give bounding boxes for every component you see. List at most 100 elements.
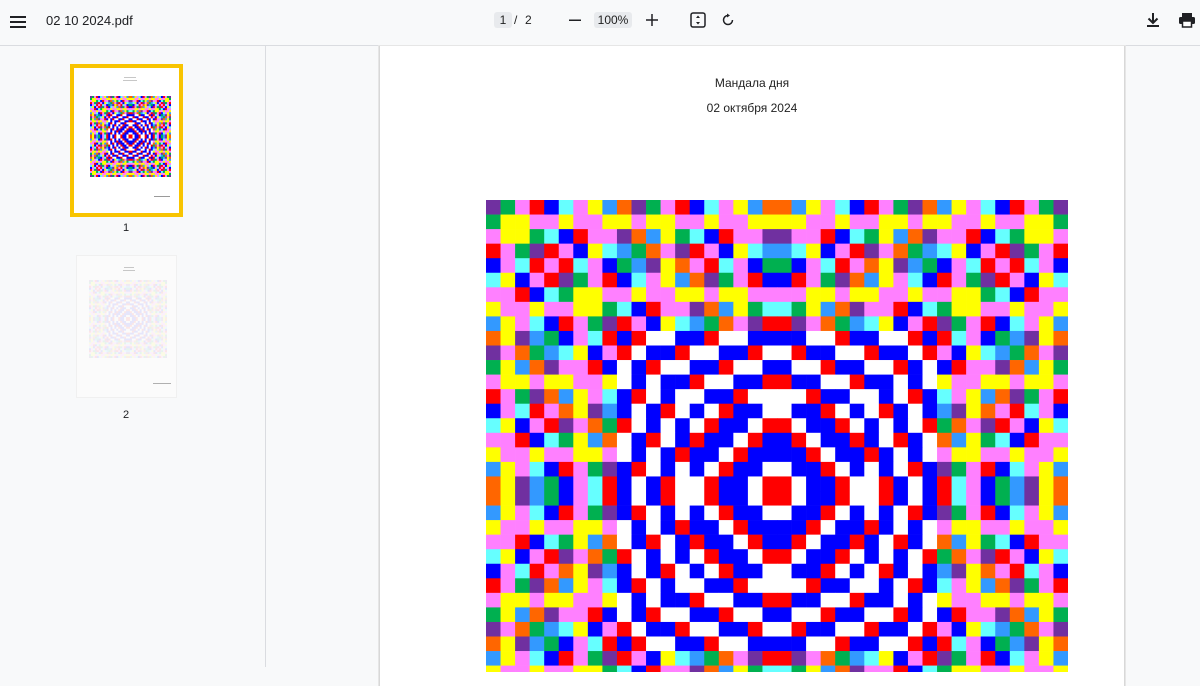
mandala-cell bbox=[129, 307, 133, 310]
mandala-cell bbox=[141, 344, 144, 347]
mandala-cell bbox=[104, 346, 107, 349]
print-button[interactable] bbox=[1177, 10, 1197, 30]
mandala-cell bbox=[118, 317, 121, 320]
mandala-cell bbox=[132, 104, 135, 107]
mandala-cell bbox=[114, 297, 117, 300]
mandala-cell bbox=[995, 229, 1011, 244]
mandala-cell bbox=[145, 307, 148, 310]
current-page-input[interactable]: 1 bbox=[494, 12, 512, 28]
mandala-cell bbox=[94, 124, 97, 127]
mandala-cell bbox=[500, 520, 516, 535]
mandala-cell bbox=[104, 305, 107, 308]
mandala-cell bbox=[137, 297, 140, 300]
mandala-cell bbox=[133, 332, 137, 335]
mandala-cell bbox=[791, 491, 807, 506]
mandala-cell bbox=[151, 283, 154, 287]
mandala-cell bbox=[108, 340, 111, 343]
fit-page-button[interactable] bbox=[688, 10, 708, 30]
mandala-cell bbox=[148, 132, 152, 135]
mandala-cell bbox=[980, 651, 996, 666]
mandala-cell bbox=[128, 291, 131, 294]
mandala-cell bbox=[136, 126, 139, 129]
mandala-cell bbox=[116, 322, 119, 326]
mandala-cell bbox=[129, 301, 133, 304]
mandala-cell bbox=[147, 344, 150, 347]
mandala-cell bbox=[806, 403, 821, 419]
mandala-cell bbox=[1038, 534, 1054, 550]
mandala-cell bbox=[166, 136, 170, 139]
mandala-cell bbox=[149, 319, 152, 322]
mandala-cell bbox=[762, 621, 778, 637]
mandala-cell bbox=[602, 636, 618, 652]
mandala-cell bbox=[937, 214, 952, 230]
mandala-cell bbox=[155, 280, 158, 283]
mandala-cell bbox=[110, 320, 113, 324]
mandala-cell bbox=[980, 200, 996, 215]
mandala-cell bbox=[89, 313, 92, 316]
mandala-cell bbox=[138, 166, 141, 170]
mandala-cell bbox=[110, 281, 113, 285]
mandala-cell bbox=[116, 156, 119, 160]
mandala-cell bbox=[1053, 505, 1068, 521]
mandala-cell bbox=[544, 345, 560, 361]
mandala-cell bbox=[94, 338, 98, 341]
mandala-cell bbox=[124, 285, 127, 289]
mandala-cell bbox=[114, 124, 117, 127]
mandala-cell bbox=[158, 154, 162, 158]
mandala-cell bbox=[94, 319, 98, 322]
mandala-cell bbox=[98, 291, 101, 294]
mandala-cell bbox=[149, 317, 152, 320]
mandala-cell bbox=[1024, 243, 1040, 259]
mandala-cell bbox=[1053, 403, 1068, 419]
mandala-cell bbox=[162, 98, 166, 101]
zoom-out-button[interactable] bbox=[566, 10, 584, 30]
mandala-cell bbox=[98, 106, 101, 109]
mandala-cell bbox=[131, 285, 135, 289]
mandala-cell bbox=[128, 326, 131, 330]
thumbnail-page-2[interactable] bbox=[76, 255, 177, 398]
mandala-cell bbox=[162, 110, 166, 113]
mandala-cell bbox=[135, 281, 139, 285]
mandala-cell bbox=[132, 134, 135, 137]
rotate-button[interactable] bbox=[718, 10, 738, 30]
mandala-cell bbox=[133, 287, 137, 291]
mandala-cell bbox=[143, 281, 146, 285]
mandala-cell bbox=[573, 418, 589, 434]
mandala-cell bbox=[104, 287, 107, 291]
mandala-cell bbox=[114, 322, 117, 326]
mandala-cell bbox=[951, 229, 967, 244]
mandala-cell bbox=[148, 152, 152, 156]
mandala-cell bbox=[907, 549, 923, 565]
mandala-cell bbox=[134, 110, 137, 113]
document-viewer[interactable]: Мандала дня 02 октября 2024 bbox=[266, 46, 1200, 686]
mandala-cell bbox=[112, 293, 115, 296]
mandala-cell bbox=[108, 336, 111, 339]
mandala-cell bbox=[131, 307, 135, 310]
zoom-level-input[interactable]: 100% bbox=[594, 12, 632, 28]
mandala-cell bbox=[168, 154, 172, 158]
mandala-cell bbox=[529, 607, 545, 623]
mandala-cell bbox=[150, 146, 154, 149]
mandala-cell bbox=[116, 289, 119, 292]
mandala-cell bbox=[133, 315, 137, 318]
mandala-cell bbox=[126, 283, 129, 287]
mandala-cell bbox=[140, 152, 143, 156]
mandala-cell bbox=[90, 170, 93, 174]
thumbnail-page-1[interactable] bbox=[70, 64, 183, 217]
mandala-cell bbox=[777, 520, 792, 535]
mandala-cell bbox=[156, 110, 160, 113]
mandala-cell bbox=[129, 328, 133, 331]
mandala-cell bbox=[96, 154, 99, 158]
mandala-cell bbox=[1024, 447, 1040, 463]
mandala-cell bbox=[110, 311, 113, 314]
download-button[interactable] bbox=[1143, 10, 1163, 30]
mandala-cell bbox=[96, 324, 100, 328]
mandala-cell bbox=[114, 130, 117, 133]
mandala-cell bbox=[114, 98, 117, 101]
mandala-cell bbox=[164, 112, 168, 115]
mandala-cell bbox=[146, 146, 150, 149]
mandala-cell bbox=[118, 148, 121, 151]
zoom-in-button[interactable] bbox=[643, 10, 661, 30]
mandala-cell bbox=[791, 389, 807, 404]
menu-button[interactable] bbox=[4, 8, 32, 36]
